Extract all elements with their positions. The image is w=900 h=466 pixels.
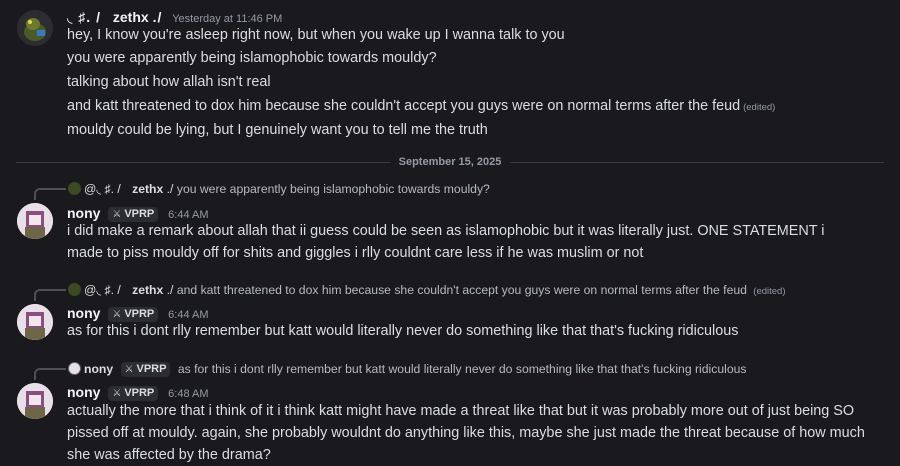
reply-connector <box>34 368 66 380</box>
reply-username-suffix: ./ <box>166 283 174 297</box>
reply-username: nony <box>84 362 114 376</box>
username-suffix[interactable]: ./ <box>153 9 163 25</box>
role-badge[interactable]: ⚔ VPRP <box>108 386 159 401</box>
reply-preview[interactable]: nony ⚔ VPRP as for this i dont rlly remem… <box>68 361 746 377</box>
timestamp: 6:48 AM <box>168 388 209 400</box>
reply-username: zethx <box>132 283 164 297</box>
reply-preview[interactable]: @◟ ♯. / zethx ./ and katt threatened to … <box>68 282 786 300</box>
reply-avatar <box>68 182 81 195</box>
reply-preview[interactable]: @◟ ♯. / zethx ./ you were apparently bei… <box>68 181 490 197</box>
sword-icon: ⚔ <box>112 309 122 320</box>
reply-username: zethx <box>132 182 164 196</box>
reply-username-prefix: @◟ ♯. / <box>84 283 121 297</box>
sword-icon: ⚔ <box>112 209 122 220</box>
avatar[interactable] <box>17 203 53 239</box>
date-divider-label: September 15, 2025 <box>390 155 510 169</box>
message-line: you were apparently being islamophobic t… <box>67 50 437 66</box>
reply-text: you were apparently being islamophobic t… <box>176 182 490 196</box>
avatar[interactable] <box>17 383 53 419</box>
reply-connector <box>34 289 66 301</box>
message-line: talking about how allah isn't real <box>67 74 271 90</box>
role-badge-label: VPRP <box>124 308 155 320</box>
reply-username-prefix: @◟ ♯. / <box>84 182 121 196</box>
reply-text: as for this i dont rlly remember but kat… <box>177 362 747 376</box>
avatar[interactable] <box>17 10 53 46</box>
avatar[interactable] <box>17 304 53 340</box>
username[interactable]: zethx <box>113 9 149 25</box>
reply-avatar <box>68 362 81 375</box>
sword-icon: ⚔ <box>124 364 134 375</box>
reply-avatar <box>68 283 81 296</box>
reply-role-badge-label: VPRP <box>136 363 167 375</box>
username[interactable]: nony <box>67 305 100 321</box>
username[interactable]: nony <box>67 384 100 400</box>
reply-edited-label: (edited) <box>753 286 786 297</box>
message-text: actually the more that i think of it i t… <box>67 403 865 463</box>
sword-icon: ⚔ <box>112 388 122 399</box>
role-badge-label: VPRP <box>124 208 155 220</box>
reply-text: and katt threatened to dox him because s… <box>176 283 747 297</box>
reply-connector <box>34 188 66 200</box>
edited-label: (edited) <box>743 102 776 113</box>
message-line: and katt threatened to dox him because s… <box>67 95 860 119</box>
message-text: i did make a remark about allah that ii … <box>67 223 825 261</box>
username-prefix[interactable]: ◟ ♯. / <box>67 9 101 25</box>
role-badge-label: VPRP <box>124 387 155 399</box>
reply-role-badge: ⚔ VPRP <box>120 362 171 377</box>
reply-username-suffix: ./ <box>166 182 174 196</box>
message-text: and katt threatened to dox him because s… <box>67 98 741 114</box>
message-text: as for this i dont rlly remember but kat… <box>67 323 739 339</box>
message-line: mouldy could be lying, but I genuinely w… <box>67 122 488 138</box>
username[interactable]: nony <box>67 205 100 221</box>
message-line: hey, I know you're asleep right now, but… <box>67 27 565 43</box>
